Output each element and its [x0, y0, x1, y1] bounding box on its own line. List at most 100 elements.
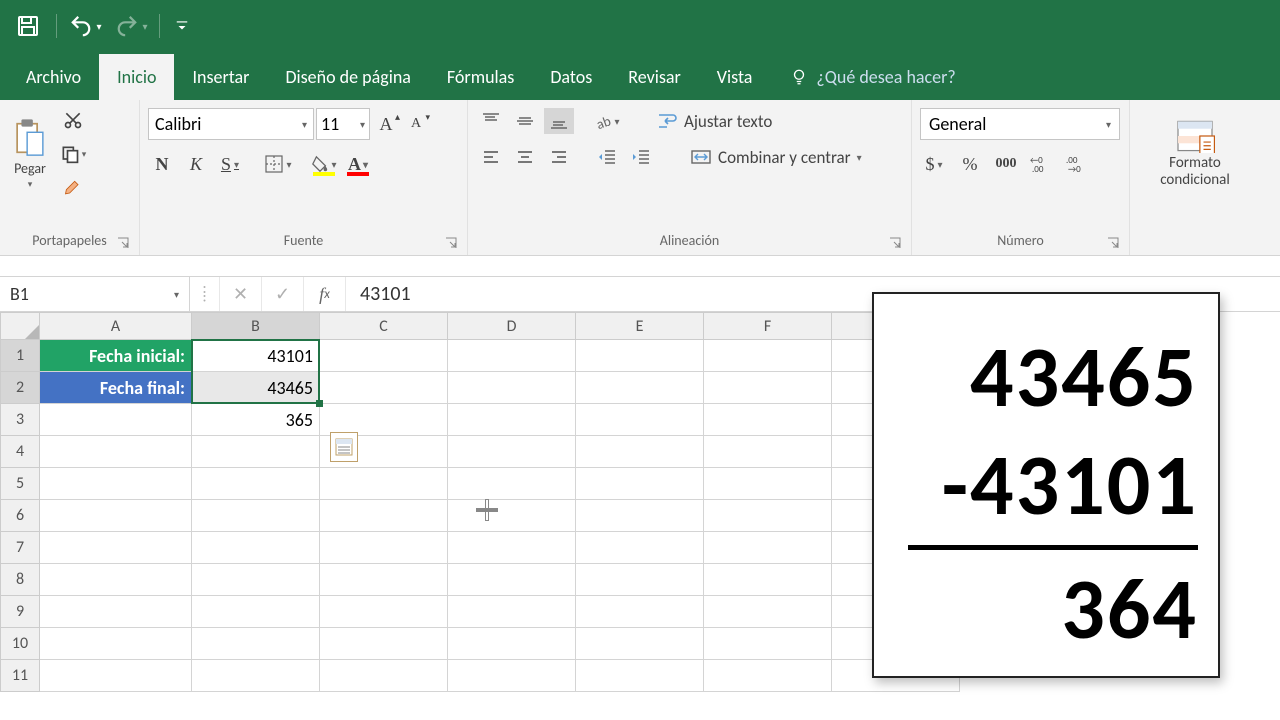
- cell-C2[interactable]: [320, 372, 448, 404]
- cell-A1[interactable]: Fecha inicial:: [40, 340, 192, 372]
- wrap-text-button[interactable]: Ajustar texto: [650, 111, 778, 132]
- conditional-format-button[interactable]: Formato condicional: [1140, 104, 1250, 204]
- cell-F3[interactable]: [704, 404, 832, 436]
- align-top-button[interactable]: [476, 108, 506, 134]
- cut-button[interactable]: [58, 106, 88, 134]
- row-header-6[interactable]: 6: [0, 500, 40, 532]
- column-header-C[interactable]: C: [320, 312, 448, 340]
- accounting-format-button[interactable]: $▾: [920, 150, 948, 178]
- tab-formulas[interactable]: Fórmulas: [429, 54, 532, 100]
- tab-revisar[interactable]: Revisar: [610, 54, 699, 100]
- cancel-formula-button[interactable]: ✕: [220, 277, 262, 311]
- insert-function-button[interactable]: fx: [304, 277, 346, 311]
- increase-indent-button[interactable]: [626, 144, 656, 170]
- number-format-select[interactable]: General▾: [920, 108, 1120, 140]
- group-label-numero: Número: [920, 230, 1121, 255]
- group-label-fuente: Fuente: [148, 230, 459, 255]
- tab-diseno[interactable]: Diseño de página: [267, 54, 428, 100]
- bold-button[interactable]: N: [148, 150, 176, 178]
- increase-decimal-button[interactable]: ←0.00: [1028, 150, 1056, 178]
- column-header-F[interactable]: F: [704, 312, 832, 340]
- customize-qat-button[interactable]: [170, 8, 194, 44]
- thousands-button[interactable]: 000: [992, 150, 1020, 178]
- cell-B2[interactable]: 43465: [192, 372, 320, 404]
- svg-text:ab: ab: [595, 112, 614, 131]
- dialog-launcher-icon[interactable]: [117, 237, 129, 249]
- ribbon-tabs: Archivo Inicio Insertar Diseño de página…: [0, 52, 1280, 100]
- fill-handle[interactable]: [316, 400, 323, 407]
- row-header-2[interactable]: 2: [0, 372, 40, 404]
- tab-archivo[interactable]: Archivo: [8, 54, 99, 100]
- cell-E2[interactable]: [576, 372, 704, 404]
- cell-D1[interactable]: [448, 340, 576, 372]
- overlay-minuend: 43465: [970, 324, 1198, 432]
- merge-center-button[interactable]: Combinar y centrar ▾: [684, 147, 868, 168]
- cell-F1[interactable]: [704, 340, 832, 372]
- select-all-corner[interactable]: [0, 312, 40, 340]
- font-color-button[interactable]: A▾: [344, 150, 372, 178]
- autofill-options-button[interactable]: [330, 432, 358, 462]
- align-center-button[interactable]: [510, 144, 540, 170]
- dialog-launcher-icon[interactable]: [1107, 237, 1119, 249]
- enter-formula-button[interactable]: ✓: [262, 277, 304, 311]
- borders-button[interactable]: ▾: [264, 150, 292, 178]
- align-right-button[interactable]: [544, 144, 574, 170]
- dialog-launcher-icon[interactable]: [889, 237, 901, 249]
- save-button[interactable]: [10, 8, 46, 44]
- copy-button[interactable]: ▾: [58, 140, 88, 168]
- column-header-B[interactable]: B: [192, 312, 320, 340]
- namebox-resize-handle[interactable]: ⁞: [190, 277, 220, 311]
- tab-vista[interactable]: Vista: [699, 54, 771, 100]
- quick-access-toolbar: ▾ ▾: [0, 0, 1280, 52]
- cell-E3[interactable]: [576, 404, 704, 436]
- orientation-button[interactable]: ab▾: [592, 108, 622, 134]
- decrease-decimal-button[interactable]: .00→0: [1064, 150, 1092, 178]
- decrease-indent-button[interactable]: [592, 144, 622, 170]
- row-header-10[interactable]: 10: [0, 628, 40, 660]
- row-header-11[interactable]: 11: [0, 660, 40, 692]
- row-header-8[interactable]: 8: [0, 564, 40, 596]
- cell-D3[interactable]: [448, 404, 576, 436]
- group-numero: General▾ $▾ % 000 ←0.00 .00→0 Número: [912, 100, 1130, 255]
- paste-button[interactable]: Pegar ▾: [8, 104, 52, 204]
- tab-datos[interactable]: Datos: [532, 54, 610, 100]
- underline-button[interactable]: S▾: [216, 150, 244, 178]
- italic-button[interactable]: K: [182, 150, 210, 178]
- row-header-3[interactable]: 3: [0, 404, 40, 436]
- name-box[interactable]: B1▾: [0, 277, 190, 311]
- font-family-select[interactable]: Calibri▾: [148, 108, 314, 140]
- cell-A3[interactable]: [40, 404, 192, 436]
- fill-color-button[interactable]: ▾: [310, 150, 338, 178]
- row-header-7[interactable]: 7: [0, 532, 40, 564]
- cell-A2[interactable]: Fecha final:: [40, 372, 192, 404]
- font-size-select[interactable]: 11▾: [316, 108, 370, 140]
- column-header-E[interactable]: E: [576, 312, 704, 340]
- row-header-1[interactable]: 1: [0, 340, 40, 372]
- tellme-search[interactable]: ¿Qué desea hacer?: [790, 66, 955, 100]
- row-header-4[interactable]: 4: [0, 436, 40, 468]
- cell-D2[interactable]: [448, 372, 576, 404]
- align-left-button[interactable]: [476, 144, 506, 170]
- column-header-A[interactable]: A: [40, 312, 192, 340]
- svg-text:.00: .00: [1032, 164, 1044, 174]
- cell-C1[interactable]: [320, 340, 448, 372]
- tab-insertar[interactable]: Insertar: [174, 54, 267, 100]
- decrease-font-button[interactable]: A▾: [402, 110, 430, 138]
- tab-inicio[interactable]: Inicio: [99, 54, 174, 100]
- increase-font-button[interactable]: A▴: [372, 110, 400, 138]
- row-header-5[interactable]: 5: [0, 468, 40, 500]
- cell-B1[interactable]: 43101: [192, 340, 320, 372]
- dialog-launcher-icon[interactable]: [445, 237, 457, 249]
- cell-E1[interactable]: [576, 340, 704, 372]
- cell-B3[interactable]: 365: [192, 404, 320, 436]
- undo-button[interactable]: ▾: [67, 8, 103, 44]
- cell-F2[interactable]: [704, 372, 832, 404]
- column-header-D[interactable]: D: [448, 312, 576, 340]
- redo-button[interactable]: ▾: [113, 8, 149, 44]
- align-bottom-button[interactable]: [544, 108, 574, 134]
- overlay-rule: [908, 545, 1198, 550]
- percent-button[interactable]: %: [956, 150, 984, 178]
- format-painter-button[interactable]: [58, 174, 88, 202]
- row-header-9[interactable]: 9: [0, 596, 40, 628]
- align-middle-button[interactable]: [510, 108, 540, 134]
